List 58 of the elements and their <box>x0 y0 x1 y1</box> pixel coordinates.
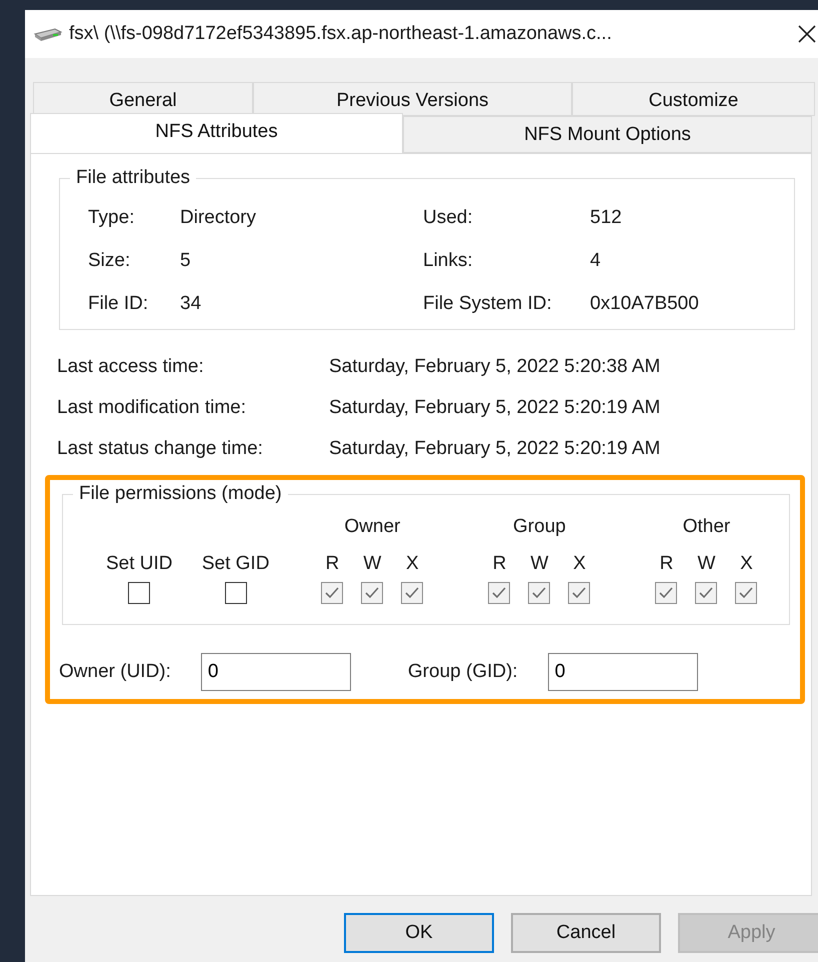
close-icon[interactable] <box>797 24 817 44</box>
checkbox-label: R <box>326 552 340 576</box>
field-label: Type: <box>88 206 136 230</box>
check-icon <box>364 586 380 600</box>
checkbox-label: Set UID <box>106 552 172 576</box>
field-value: 512 <box>590 206 623 230</box>
drive-icon <box>33 26 63 42</box>
check-icon <box>531 586 548 600</box>
checkbox-label: W <box>698 552 716 576</box>
field-value: 4 <box>590 249 602 273</box>
check-icon <box>698 586 714 600</box>
tab[interactable]: NFS Mount Options <box>403 116 812 153</box>
checkbox-label: W <box>530 552 548 576</box>
field-label: File System ID: <box>423 292 553 316</box>
field-value: 34 <box>180 292 202 316</box>
column-heading: Owner <box>344 515 400 539</box>
column-heading: Group <box>513 515 566 539</box>
tab[interactable]: NFS Attributes <box>30 113 403 153</box>
input-field[interactable]: 0 <box>548 653 698 691</box>
check-icon <box>658 586 674 600</box>
check-icon <box>571 586 588 600</box>
checkbox-label: X <box>406 552 419 576</box>
dialog-button[interactable]: Cancel <box>511 913 661 953</box>
field-value: 0x10A7B500 <box>590 292 700 316</box>
tab[interactable]: General <box>33 82 253 116</box>
field-label: File ID: <box>88 292 150 316</box>
check-icon <box>404 586 420 600</box>
checkbox[interactable] <box>128 582 150 604</box>
field-label: Last status change time: <box>57 437 264 461</box>
checkbox-label: Set GID <box>202 552 270 576</box>
check-icon <box>324 586 340 600</box>
checkbox-label: X <box>740 552 753 576</box>
group-title: File permissions (mode) <box>73 482 288 506</box>
field-label: Last access time: <box>57 355 205 379</box>
checkbox-label: R <box>660 552 674 576</box>
field-value: Directory <box>180 206 258 230</box>
dialog-button[interactable]: OK <box>344 913 494 953</box>
field-label: Last modification time: <box>57 396 248 420</box>
window-title: fsx\ (\\fs-098d7172ef5343895.fsx.ap-northeast-1.amazonaws.c... <box>69 22 613 46</box>
checkbox-label: R <box>492 552 506 576</box>
field-label: Owner (UID): <box>59 660 171 684</box>
checkbox-label: X <box>573 552 586 576</box>
tab[interactable]: Customize <box>572 82 815 116</box>
field-label: Size: <box>88 249 132 273</box>
column-heading: Other <box>682 515 730 539</box>
checkbox[interactable] <box>224 582 247 604</box>
input-field[interactable]: 0 <box>200 653 351 691</box>
field-value: Saturday, February 5, 2022 5:20:38 AM <box>329 355 662 379</box>
check-icon <box>738 586 754 600</box>
field-value: Saturday, February 5, 2022 5:20:19 AM <box>329 396 662 420</box>
field-value: 5 <box>180 249 192 273</box>
tab[interactable]: Previous Versions <box>253 82 572 116</box>
field-label: Links: <box>423 249 474 273</box>
field-value: Saturday, February 5, 2022 5:20:19 AM <box>329 437 662 461</box>
field-label: Used: <box>423 206 474 230</box>
check-icon <box>491 586 508 600</box>
field-label: Group (GID): <box>408 660 518 684</box>
checkbox-label: W <box>363 552 382 576</box>
